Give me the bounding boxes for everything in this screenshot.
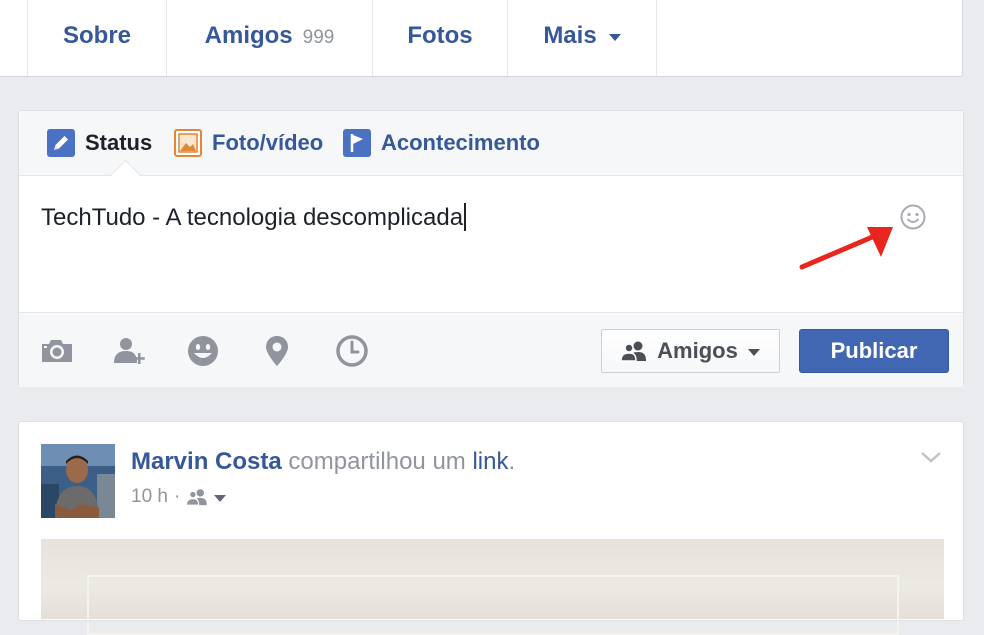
feeling-icon[interactable] [185, 333, 221, 369]
post-options-chevron-icon[interactable] [919, 448, 943, 466]
status-input[interactable]: TechTudo - A tecnologia descomplicada [41, 203, 466, 232]
meta-separator: · [173, 486, 181, 507]
chevron-down-icon [214, 495, 227, 502]
audience-friends-icon[interactable] [186, 488, 227, 506]
post-action-period: . [508, 448, 516, 475]
image-frame [87, 575, 899, 635]
shared-link-image[interactable] [41, 539, 944, 635]
feed-post: Marvin Costa compartilhou um link. 10 h … [18, 421, 964, 635]
clock-icon[interactable] [334, 333, 370, 369]
friends-count: 999 [302, 26, 335, 48]
tab-mais-label: Mais [543, 22, 597, 49]
tab-amigos-label: Amigos [204, 22, 293, 49]
publish-label: Publicar [830, 338, 918, 363]
tab-fotos-label: Fotos [407, 22, 473, 49]
camera-icon[interactable] [39, 333, 75, 369]
post-timestamp[interactable]: 10 h [131, 486, 168, 508]
tab-mais[interactable]: Mais [507, 0, 657, 76]
author-name[interactable]: Marvin Costa [131, 448, 282, 475]
post-header: Marvin Costa compartilhou um link. [131, 448, 515, 476]
post-meta: 10 h · [131, 486, 227, 508]
shared-link[interactable]: link [472, 448, 508, 475]
composer-tabs: Status Foto/vídeo Acontecimento [19, 111, 963, 176]
friends-icon [621, 340, 647, 362]
red-arrow-annotation [799, 227, 893, 270]
tab-sobre[interactable]: Sobre [27, 0, 166, 76]
tab-foto-video-label: Foto/vídeo [212, 130, 324, 155]
publish-button[interactable]: Publicar [799, 329, 949, 373]
pencil-icon [47, 129, 75, 157]
tab-acontecimento-label: Acontecimento [381, 130, 540, 155]
composer-toolbar: Amigos Publicar [19, 312, 963, 387]
audience-selector[interactable]: Amigos [601, 329, 780, 373]
chevron-down-icon [747, 349, 760, 356]
post-action-text: compartilhou um [288, 448, 466, 475]
status-composer: Status Foto/vídeo Acontecimento TechTudo… [18, 110, 964, 387]
tab-fotos[interactable]: Fotos [372, 0, 507, 76]
profile-nav: Sobre Amigos 999 Fotos Mais [0, 0, 963, 77]
tab-status-label: Status [85, 130, 153, 155]
chevron-down-icon [608, 34, 621, 41]
audience-label: Amigos [657, 338, 738, 363]
photo-icon [174, 129, 202, 157]
location-icon[interactable] [259, 333, 295, 369]
status-input-value: TechTudo - A tecnologia descomplicada [41, 204, 464, 231]
text-cursor [464, 203, 466, 231]
tab-sobre-label: Sobre [62, 22, 131, 49]
tab-status[interactable]: Status [47, 127, 152, 159]
tab-amigos[interactable]: Amigos 999 [166, 0, 372, 76]
tab-foto-video[interactable]: Foto/vídeo [174, 127, 323, 159]
tab-acontecimento[interactable]: Acontecimento [343, 127, 540, 159]
avatar[interactable] [41, 444, 115, 518]
tag-friends-icon[interactable] [111, 333, 147, 369]
flag-icon [343, 129, 371, 157]
